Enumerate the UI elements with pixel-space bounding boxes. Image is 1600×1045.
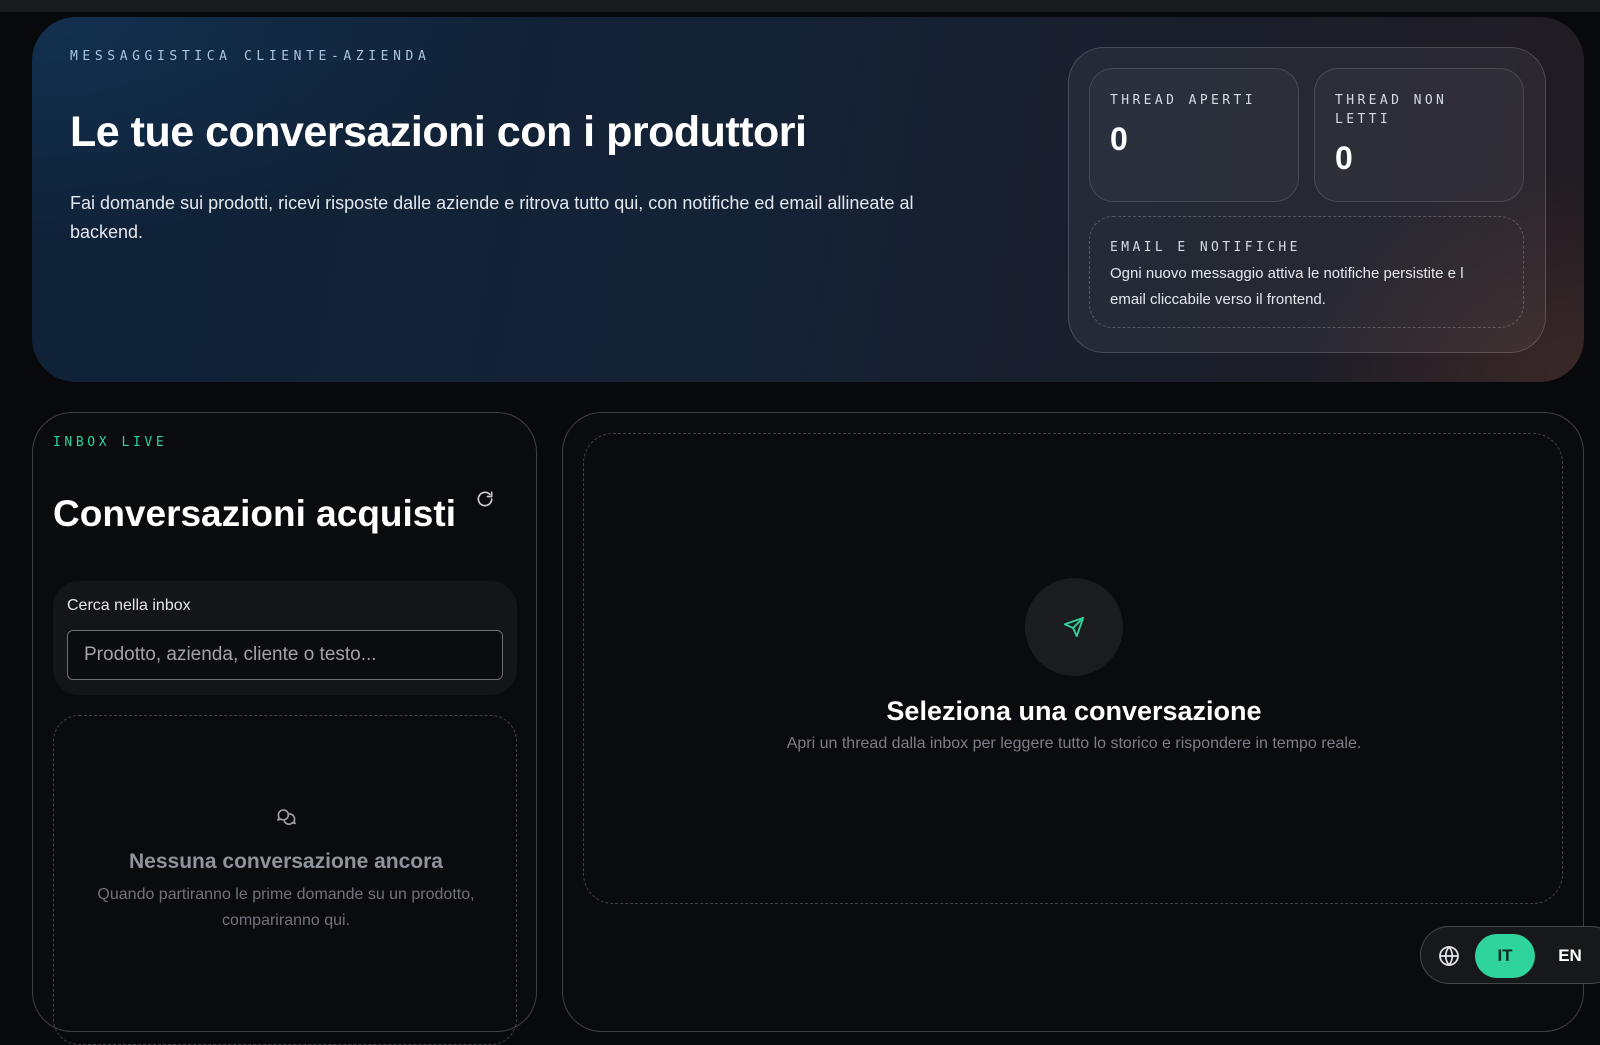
send-icon xyxy=(1063,616,1085,638)
notifications-notice: EMAIL E NOTIFICHE Ogni nuovo messaggio a… xyxy=(1089,216,1524,328)
notice-text: Ogni nuovo messaggio attiva le notifiche… xyxy=(1110,265,1464,308)
hero-banner: MESSAGGISTICA CLIENTE-AZIENDA Le tue con… xyxy=(32,17,1584,382)
stat-unread-threads: THREAD NON LETTI 0 xyxy=(1314,68,1524,202)
search-input[interactable] xyxy=(67,630,503,680)
stat-open-threads: THREAD APERTI 0 xyxy=(1089,68,1299,202)
top-bar xyxy=(0,0,1600,12)
refresh-button[interactable] xyxy=(469,483,501,515)
stat-value: 0 xyxy=(1110,121,1128,157)
search-label: Cerca nella inbox xyxy=(67,597,191,614)
empty-thread-state: Seleziona una conversazione Apri un thre… xyxy=(583,433,1563,904)
globe-icon xyxy=(1439,946,1459,966)
send-icon-badge xyxy=(1025,578,1123,676)
language-switcher: IT EN xyxy=(1420,926,1600,984)
stat-label: THREAD APERTI xyxy=(1110,93,1256,108)
language-option-it[interactable]: IT xyxy=(1475,934,1535,978)
empty-thread-text: Apri un thread dalla inbox per leggere t… xyxy=(786,735,1362,752)
page-title: Le tue conversazioni con i produttori xyxy=(70,108,807,156)
search-card: Cerca nella inbox xyxy=(53,581,517,695)
refresh-icon xyxy=(477,491,493,507)
stat-value: 0 xyxy=(1335,140,1353,176)
hero-eyebrow: MESSAGGISTICA CLIENTE-AZIENDA xyxy=(70,49,431,64)
inbox-eyebrow: INBOX LIVE xyxy=(53,435,168,450)
inbox-title: Conversazioni acquisti xyxy=(53,493,456,534)
language-option-en[interactable]: EN xyxy=(1545,934,1595,978)
empty-inbox-title: Nessuna conversazione ancora xyxy=(129,850,443,873)
empty-inbox-text: Quando partiranno le prime domande su un… xyxy=(97,886,475,929)
empty-thread-title: Seleziona una conversazione xyxy=(886,696,1262,726)
stat-label: THREAD NON LETTI xyxy=(1335,93,1448,127)
stats-panel: THREAD APERTI 0 THREAD NON LETTI 0 EMAIL… xyxy=(1068,47,1546,353)
chat-bubbles-icon xyxy=(277,809,296,826)
notice-label: EMAIL E NOTIFICHE xyxy=(1110,240,1301,255)
inbox-panel: INBOX LIVE Conversazioni acquisti Cerca … xyxy=(32,412,537,1045)
hero-description: Fai domande sui prodotti, ricevi rispost… xyxy=(70,193,914,242)
